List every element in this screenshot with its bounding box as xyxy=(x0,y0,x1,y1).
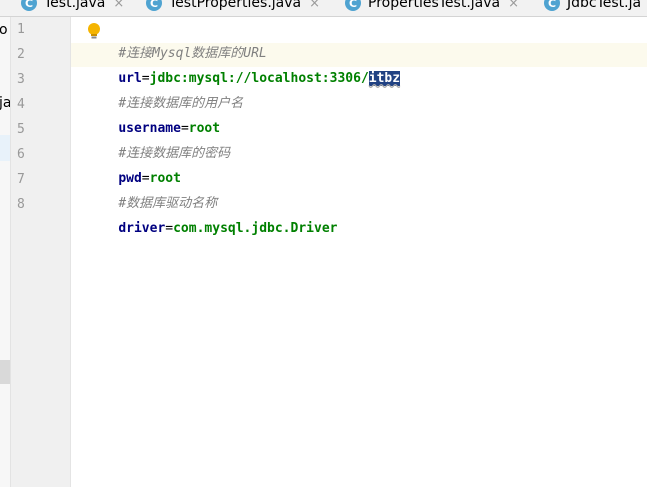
tab-jdbctest-java[interactable]: C JdbcTest.ja xyxy=(544,0,641,15)
line-number: 2 xyxy=(17,47,25,62)
line-number: 7 xyxy=(17,172,25,187)
line-number: 6 xyxy=(17,147,25,162)
close-icon[interactable]: × xyxy=(309,0,320,11)
project-panel-text: o xyxy=(0,22,8,38)
line-number: 8 xyxy=(17,197,25,212)
property-key: driver xyxy=(118,221,166,236)
property-value: com.mysql.jdbc.Driver xyxy=(173,221,338,236)
line-number: 5 xyxy=(17,122,25,137)
tab-propertiestest-java[interactable]: C PropertiesTest.java × xyxy=(345,0,519,15)
code-line-7[interactable]: #数据库驱动名称 xyxy=(87,168,217,211)
line-number-gutter[interactable]: 1 2 3 4 5 6 7 8 xyxy=(11,17,71,487)
class-icon: C xyxy=(345,0,361,11)
code-line-5[interactable]: #连接数据库的密码 xyxy=(87,118,230,161)
tab-label: Test.java xyxy=(44,0,106,11)
tab-label: JdbcTest.ja xyxy=(567,0,642,11)
tab-label: PropertiesTest.java xyxy=(368,0,501,11)
code-line-2[interactable]: url=jdbc:mysql://localhost:3306/itbz xyxy=(87,43,401,86)
tab-label: TestProperties.java xyxy=(169,0,302,11)
project-panel-edge: o ja xyxy=(0,17,11,487)
line-number: 3 xyxy=(17,72,25,87)
equals-sign: = xyxy=(165,221,174,236)
class-icon: C xyxy=(21,0,37,11)
editor-tab-bar: C Test.java × C TestProperties.java × C … xyxy=(0,0,647,17)
line-number: 1 xyxy=(17,22,25,37)
tab-test-java[interactable]: C Test.java × xyxy=(21,0,124,15)
code-line-4[interactable]: username=root xyxy=(87,93,220,136)
project-panel-file-text[interactable]: ja xyxy=(0,95,10,111)
close-icon[interactable]: × xyxy=(113,0,124,11)
code-line-8[interactable]: driver=com.mysql.jdbc.Driver xyxy=(87,193,337,236)
code-line-1[interactable]: #连接Mysql数据库的URL xyxy=(87,18,266,61)
code-line-3[interactable]: #连接数据库的用户名 xyxy=(87,68,243,111)
selected-text: itbz xyxy=(368,71,401,86)
project-hover-row[interactable] xyxy=(0,360,10,384)
close-icon[interactable]: × xyxy=(508,0,519,11)
line-number: 4 xyxy=(17,97,25,112)
class-icon: C xyxy=(146,0,162,11)
code-line-6[interactable]: pwd=root xyxy=(87,143,181,186)
project-selected-row[interactable] xyxy=(0,135,10,161)
lightbulb-icon[interactable] xyxy=(87,22,101,40)
code-editor[interactable]: #连接Mysql数据库的URL url=jdbc:mysql://localho… xyxy=(71,17,647,487)
tab-testproperties-java[interactable]: C TestProperties.java × xyxy=(146,0,320,15)
class-icon: C xyxy=(544,0,560,11)
